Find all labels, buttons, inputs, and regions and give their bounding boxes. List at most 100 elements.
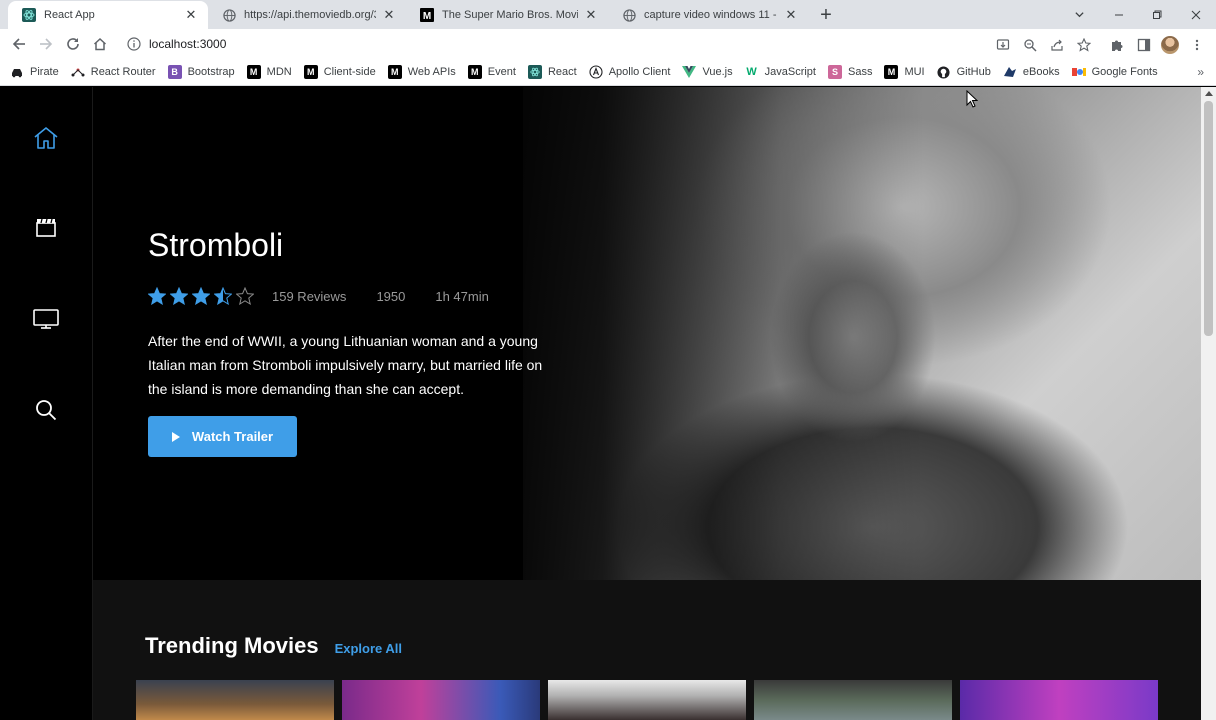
github-icon (937, 65, 951, 79)
bookmark-ebooks[interactable]: eBooks (1003, 65, 1060, 79)
star-filled-icon (170, 287, 188, 305)
minimize-button[interactable] (1100, 0, 1138, 29)
movie-poster[interactable] (960, 680, 1158, 720)
search-icon[interactable] (32, 396, 60, 424)
new-tab-button[interactable]: + (812, 1, 840, 29)
section-title: Trending Movies (145, 633, 319, 658)
mdn-icon: M (246, 65, 261, 79)
bootstrap-icon: B (167, 65, 182, 79)
bookmark-apollo[interactable]: Apollo Client (589, 65, 670, 79)
play-icon (171, 431, 180, 442)
tab-google-search[interactable]: capture video windows 11 - Goo ✕ (608, 1, 808, 29)
car-icon (10, 65, 24, 79)
forward-arrow-icon[interactable] (32, 31, 59, 58)
bookmark-mdn[interactable]: M MDN (246, 65, 292, 79)
sass-icon: S (827, 65, 842, 79)
hero-content: Stromboli 159 Reviews 1950 1h 47min Afte… (148, 225, 568, 457)
tab-tmdb-api[interactable]: https://api.themoviedb.org/3/tv/ ✕ (208, 1, 406, 29)
movie-overview: After the end of WWII, a young Lithuania… (148, 333, 543, 397)
globe-icon (622, 8, 636, 22)
bookmark-react-router[interactable]: React Router (71, 65, 156, 79)
tab-strip: React App ✕ https://api.themoviedb.org/3… (0, 0, 1216, 29)
close-icon[interactable]: ✕ (584, 7, 598, 22)
react-router-icon (71, 65, 85, 79)
svg-text:M: M (423, 11, 431, 22)
tab-search-chevron-icon[interactable] (1060, 0, 1098, 29)
home-icon[interactable] (86, 31, 113, 58)
home-icon[interactable] (32, 124, 60, 152)
star-filled-icon (148, 287, 166, 305)
movie-title: Stromboli (148, 227, 284, 263)
tab-title: capture video windows 11 - Goo (644, 9, 778, 21)
star-half-icon (214, 287, 232, 305)
app-page: Stromboli 159 Reviews 1950 1h 47min Afte… (0, 87, 1216, 720)
watch-trailer-label: Watch Trailer (191, 429, 274, 444)
review-count: 159 Reviews (272, 288, 347, 304)
runtime: 1h 47min (435, 288, 489, 304)
trending-header: Trending Movies Explore All (145, 633, 402, 659)
close-window-button[interactable] (1177, 0, 1215, 29)
tab-react-app[interactable]: React App ✕ (8, 1, 208, 29)
tab-title: The Super Mario Bros. Movie (20 (442, 9, 578, 21)
address-bar[interactable]: localhost:3000 (117, 32, 977, 56)
explore-all-link[interactable]: Explore All (335, 641, 402, 656)
mouse-cursor-icon (966, 90, 978, 108)
close-icon[interactable]: ✕ (784, 7, 798, 22)
reload-icon[interactable] (59, 31, 86, 58)
close-icon[interactable]: ✕ (382, 7, 396, 22)
react-icon (527, 65, 542, 79)
trending-section: Trending Movies Explore All (93, 580, 1201, 720)
react-icon (22, 8, 36, 22)
movie-meta: 159 Reviews 1950 1h 47min (148, 285, 568, 307)
profile-avatar[interactable] (1161, 35, 1179, 54)
bookmark-bootstrap[interactable]: B Bootstrap (167, 65, 235, 79)
bookmark-client-side[interactable]: M Client-side (303, 65, 376, 79)
tab-mario-movie[interactable]: M The Super Mario Bros. Movie (20 ✕ (406, 1, 608, 29)
movie-icon[interactable] (32, 214, 60, 242)
scroll-up-icon[interactable] (1205, 91, 1213, 96)
close-icon[interactable]: ✕ (184, 7, 198, 22)
bookmark-event[interactable]: M Event (467, 65, 516, 79)
hero-banner: Stromboli 159 Reviews 1950 1h 47min Afte… (93, 87, 1201, 580)
bookmark-github[interactable]: GitHub (937, 65, 991, 79)
sidebar (0, 87, 93, 720)
restore-button[interactable] (1138, 0, 1176, 29)
chevron-right-double-icon[interactable]: » (1197, 65, 1204, 79)
bookmark-web-apis[interactable]: M Web APIs (387, 65, 456, 79)
install-app-icon[interactable] (989, 31, 1016, 58)
scroll-thumb[interactable] (1204, 101, 1213, 336)
m-icon: M (420, 8, 434, 22)
bookmark-react[interactable]: React (527, 65, 577, 79)
tab-title: React App (44, 9, 95, 21)
star-empty-icon (236, 287, 254, 305)
ebook-icon (1003, 65, 1017, 79)
share-icon[interactable] (1043, 31, 1070, 58)
info-icon[interactable] (127, 37, 141, 51)
bookmark-star-icon[interactable] (1070, 31, 1097, 58)
tv-icon[interactable] (32, 305, 60, 333)
movie-poster[interactable] (342, 680, 540, 720)
bookmark-pirate[interactable]: Pirate (10, 65, 59, 79)
movie-poster[interactable] (136, 680, 334, 720)
bookmark-google-fonts[interactable]: Google Fonts (1071, 65, 1158, 79)
bookmark-sass[interactable]: S Sass (827, 65, 872, 79)
watch-trailer-button[interactable]: Watch Trailer (148, 416, 297, 457)
mdn-icon: M (467, 65, 482, 79)
bookmark-vue[interactable]: Vue.js (682, 65, 733, 79)
back-arrow-icon[interactable] (5, 31, 32, 58)
side-panel-icon[interactable] (1130, 31, 1157, 58)
mdn-icon: M (387, 65, 402, 79)
zoom-icon[interactable] (1016, 31, 1043, 58)
mdn-icon: M (303, 65, 318, 79)
movie-poster[interactable] (754, 680, 952, 720)
apollo-icon (589, 65, 603, 79)
google-fonts-icon (1071, 65, 1086, 79)
mui-icon: M (884, 65, 899, 79)
extensions-icon[interactable] (1103, 31, 1130, 58)
bookmark-javascript[interactable]: W JavaScript (745, 65, 816, 79)
w3-icon: W (746, 66, 757, 78)
bookmark-mui[interactable]: M MUI (884, 65, 925, 79)
movie-poster[interactable] (548, 680, 746, 720)
page-scrollbar[interactable] (1201, 87, 1216, 720)
more-menu-icon[interactable] (1183, 31, 1210, 58)
